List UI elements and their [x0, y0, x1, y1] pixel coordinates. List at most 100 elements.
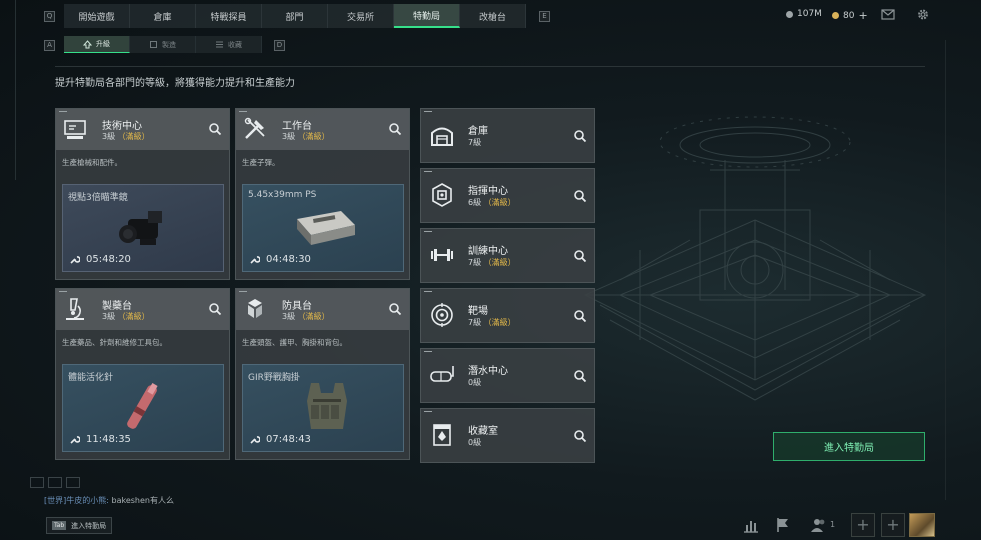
chest-rig-image — [307, 383, 347, 429]
ammo-box-image — [297, 211, 355, 245]
team-count: 1 — [830, 520, 836, 529]
search-icon[interactable] — [572, 248, 588, 264]
tab-start-game[interactable]: 開始遊戲 — [64, 4, 130, 28]
search-icon[interactable] — [207, 121, 223, 137]
dept-description: 生產頭盔、護甲、胸掛和背包。 — [242, 338, 347, 347]
maxed-badge: （滿級） — [297, 132, 330, 141]
dept-card-diving-center[interactable]: 潛水中心 0級 — [420, 348, 595, 403]
dept-level: 3級 （滿級） — [102, 312, 150, 321]
wrench-icon — [250, 256, 260, 264]
search-icon[interactable] — [572, 428, 588, 444]
wrench-icon — [70, 436, 80, 444]
subtab-upgrade-label: 升級 — [96, 40, 110, 48]
team-members-icon[interactable] — [810, 516, 828, 534]
subtab-craft-label: 製造 — [162, 40, 176, 49]
settings-gear-icon[interactable] — [916, 8, 930, 21]
player-avatar[interactable] — [909, 513, 935, 537]
next-tab-key[interactable]: E — [539, 11, 550, 22]
upgrade-icon — [83, 39, 92, 48]
mail-icon[interactable] — [881, 8, 895, 21]
card-header: 技術中心 3級 （滿級） — [56, 109, 229, 150]
dept-level: 7級 （滿級） — [468, 258, 516, 267]
dept-card-shooting-range[interactable]: 靶場 7級 （滿級） — [420, 288, 595, 343]
currency-1-value: 107M — [797, 9, 822, 19]
search-icon[interactable] — [207, 301, 223, 317]
page-description: 提升特勤局各部門的等級，將獲得能力提升和生產能力 — [55, 78, 295, 89]
production-timer: 05:48:20 — [69, 254, 131, 265]
search-icon[interactable] — [572, 128, 588, 144]
subtab-craft[interactable]: 製造 — [130, 36, 196, 53]
dept-level: 0級 — [468, 438, 482, 447]
dept-name: 靶場 — [468, 306, 488, 317]
tab-operators[interactable]: 特戰探員 — [196, 4, 262, 28]
prev-subtab-key[interactable]: A — [44, 40, 55, 51]
collection-room-icon — [433, 424, 451, 446]
production-slot[interactable]: GIR野戰胸掛 07:48:43 — [242, 364, 404, 452]
dept-level: 0級 — [468, 378, 482, 387]
prev-tab-key[interactable]: Q — [44, 11, 55, 22]
maxed-badge: （滿級） — [483, 258, 516, 267]
currency-balance: 107M — [786, 9, 822, 19]
microscope-icon — [66, 298, 84, 320]
search-icon[interactable] — [572, 308, 588, 324]
add-currency-button[interactable]: + — [858, 9, 867, 22]
dept-card-workbench[interactable]: 工作台 3級 （滿級） 生產子彈。 5.45x39mm PS 04:48:30 — [235, 108, 410, 280]
search-icon[interactable] — [572, 368, 588, 384]
enter-special-service-hotkey[interactable]: Tab 進入特勤局 — [46, 517, 113, 534]
dept-level: 3級 （滿級） — [282, 132, 330, 141]
timer-value: 07:48:43 — [266, 434, 311, 445]
dept-card-pharmacy[interactable]: 製藥台 3級 （滿級） 生產藥品、針劑和維修工具包。 體能活化針 11:48:3… — [55, 288, 230, 460]
search-icon[interactable] — [387, 301, 403, 317]
search-icon[interactable] — [572, 188, 588, 204]
next-subtab-key[interactable]: D — [274, 40, 285, 51]
chat-sender: 牛皮的小熊: — [66, 496, 109, 505]
dept-card-collection-room[interactable]: 收藏室 0級 — [420, 408, 595, 463]
timer-value: 11:48:35 — [86, 434, 131, 445]
production-slot[interactable]: 5.45x39mm PS 04:48:30 — [242, 184, 404, 272]
production-slot[interactable]: 視點3倍瞄準鏡 05:48:20 — [62, 184, 224, 272]
tab-warehouse[interactable]: 倉庫 — [130, 4, 196, 28]
enter-special-service-button[interactable]: 進入特勤局 — [773, 432, 925, 461]
subtab-collection[interactable]: 收藏 — [196, 36, 262, 53]
dept-name: 倉庫 — [468, 126, 488, 137]
dept-level: 3級 （滿級） — [282, 312, 330, 321]
premium-coin-icon — [832, 12, 839, 19]
product-name: 5.45x39mm PS — [248, 190, 317, 200]
chat-text: bakeshen有人么 — [111, 496, 177, 505]
invite-slot-button[interactable]: + — [851, 513, 875, 537]
dumbbell-icon — [431, 249, 453, 261]
stats-chart-icon[interactable] — [742, 516, 760, 534]
card-header: 製藥台 3級 （滿級） — [56, 289, 229, 330]
search-icon[interactable] — [387, 121, 403, 137]
tab-gunsmith[interactable]: 改槍台 — [460, 4, 526, 28]
invite-slot-button[interactable]: + — [881, 513, 905, 537]
maxed-badge: （滿級） — [483, 318, 516, 327]
tab-departments[interactable]: 部門 — [262, 4, 328, 28]
dept-card-training-center[interactable]: 訓練中心 7級 （滿級） — [420, 228, 595, 283]
dept-level: 6級 （滿級） — [468, 198, 516, 207]
tab-exchange[interactable]: 交易所 — [328, 4, 394, 28]
armor-icon — [248, 299, 262, 318]
corner-lines — [945, 40, 946, 500]
maxed-badge: （滿級） — [483, 198, 516, 207]
tab-special-service[interactable]: 特勤局 — [394, 4, 460, 28]
chat-channel: [世界] — [44, 496, 67, 505]
wrench-icon — [250, 436, 260, 444]
dept-card-armor-bench[interactable]: 防具台 3級 （滿級） 生產頭盔、護甲、胸掛和背包。 GIR野戰胸掛 07:48… — [235, 288, 410, 460]
subtab-upgrade[interactable]: 升級 — [64, 36, 130, 53]
dept-card-warehouse[interactable]: 倉庫 7級 — [420, 108, 595, 163]
chat-message[interactable]: [世界]牛皮的小熊: bakeshen有人么 — [44, 495, 177, 506]
sub-tabs: 升級 製造 收藏 — [64, 36, 262, 53]
maxed-badge: （滿級） — [117, 312, 150, 321]
base-hologram — [583, 116, 927, 401]
production-slot[interactable]: 體能活化針 11:48:35 — [62, 364, 224, 452]
production-timer: 11:48:35 — [69, 434, 131, 445]
dept-name: 訓練中心 — [468, 246, 508, 257]
flag-icon[interactable] — [774, 516, 792, 534]
diving-mask-icon — [430, 366, 454, 382]
tools-icon — [244, 117, 265, 139]
dept-description: 生產藥品、針劑和維修工具包。 — [62, 338, 167, 347]
dept-card-command-center[interactable]: 指揮中心 6級 （滿級） — [420, 168, 595, 223]
dept-card-tech-center[interactable]: 技術中心 3級 （滿級） 生產槍械和配件。 視點3倍瞄準鏡 05:48:20 — [55, 108, 230, 280]
collection-icon — [216, 41, 223, 48]
